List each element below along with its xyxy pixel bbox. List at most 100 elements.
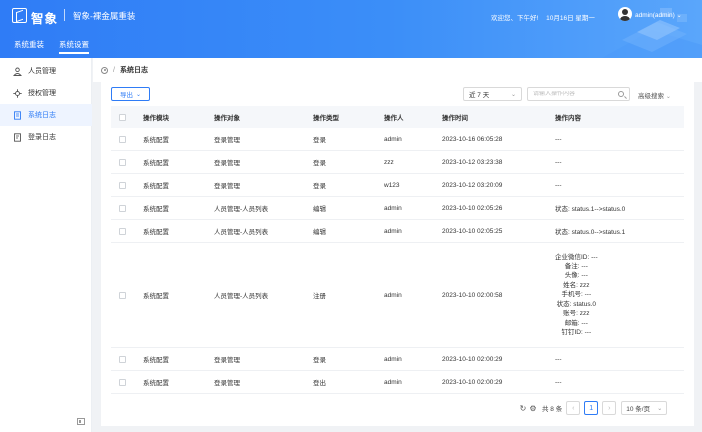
logo-icon	[12, 8, 27, 23]
cell-content: 状态: status.1-->status.0	[555, 206, 626, 213]
column-header[interactable]: 操作内容	[555, 106, 581, 128]
advanced-search-label: 高级搜索	[638, 93, 664, 100]
advanced-search-toggle[interactable]: 高级搜索 ⌄	[638, 90, 671, 100]
content-line: 钉钉ID: ---	[561, 328, 592, 336]
table-row: 系统配置 登录管理 登录 w123 2023-10-12 03:20:09 --…	[111, 174, 684, 197]
cell-operator: admin	[384, 227, 402, 235]
chevron-down-icon: ⌄	[665, 94, 671, 100]
search-icon[interactable]	[618, 91, 624, 97]
cell-module: 系统配置	[143, 137, 169, 144]
chevron-down-icon: ⌄	[657, 405, 663, 412]
column-header[interactable]: 操作对象	[214, 106, 240, 128]
cell-operator: admin	[384, 378, 402, 386]
tab-system-reinstall[interactable]: 系统重装	[14, 39, 44, 50]
cell-time: 2023-10-12 03:23:38	[442, 158, 503, 166]
column-header[interactable]: 操作时间	[442, 106, 468, 128]
row-checkbox[interactable]	[119, 204, 126, 212]
cell-object: 登录管理	[214, 160, 240, 167]
content-line: 账号: zzz	[563, 310, 590, 318]
cell-content: 状态: status.0-->status.1	[555, 229, 626, 236]
table-header: 操作模块 操作对象 操作类型 操作人 操作时间 操作内容	[111, 106, 684, 128]
cell-operator: w123	[384, 181, 400, 189]
avatar[interactable]	[618, 7, 632, 21]
row-checkbox[interactable]	[119, 291, 126, 299]
row-checkbox[interactable]	[119, 355, 126, 363]
header-decoration	[602, 8, 702, 58]
cell-content: ---	[555, 378, 562, 386]
cell-time: 2023-10-12 03:20:09	[442, 181, 503, 189]
row-checkbox[interactable]	[119, 227, 126, 235]
sidebar-item-label: 授权管理	[28, 90, 56, 97]
cell-type: 编辑	[313, 229, 326, 236]
prev-page-button[interactable]: ‹	[566, 401, 581, 415]
table-row: 系统配置 人员管理-人员列表 编辑 admin 2023-10-10 02:05…	[111, 197, 684, 220]
cell-operator: admin	[384, 135, 402, 143]
export-label: 导出	[119, 92, 133, 99]
collapse-sidebar-icon[interactable]	[77, 418, 85, 425]
search-input[interactable]	[533, 91, 613, 97]
greeting: 欢迎您、下午好!	[491, 15, 539, 22]
chevron-down-icon: ⌄	[676, 13, 682, 19]
cell-time: 2023-10-10 02:00:29	[442, 378, 503, 386]
top-header: 智象 智象-裸金属重装 欢迎您、下午好! 10月16日 星期一 admin(ad…	[0, 0, 702, 58]
cell-operator: admin	[384, 355, 402, 363]
refresh-icon[interactable]: ↻	[518, 404, 528, 413]
cell-content: ---	[555, 355, 562, 363]
sidebar-item-login-log[interactable]: 登录日志	[0, 126, 92, 148]
cell-time: 2023-10-10 02:00:29	[442, 355, 503, 363]
cell-module: 系统配置	[143, 183, 169, 190]
period-select[interactable]: 近 7 天 ⌄	[463, 87, 522, 101]
page-button[interactable]: 1	[584, 401, 599, 415]
sidebar-item-system-log[interactable]: 系统日志	[0, 104, 92, 126]
cell-type: 编辑	[313, 206, 326, 213]
content-line: 备注: ---	[564, 263, 588, 271]
header-divider	[64, 9, 65, 21]
home-icon[interactable]	[101, 66, 108, 74]
row-checkbox[interactable]	[119, 158, 126, 166]
column-header[interactable]: 操作人	[384, 106, 404, 128]
content-line: 姓名: zzz	[563, 281, 590, 289]
sidebar-item-users[interactable]: 人员管理	[0, 60, 92, 82]
cell-object: 人员管理-人员列表	[214, 229, 269, 236]
sidebar-item-label: 人员管理	[28, 68, 56, 75]
column-header[interactable]: 操作模块	[143, 106, 169, 128]
cell-module: 系统配置	[143, 380, 169, 387]
user-icon	[13, 67, 22, 76]
cell-operator: admin	[384, 291, 402, 299]
current-date: 10月16日 星期一	[546, 15, 595, 22]
content-line: 手机号: ---	[561, 291, 592, 299]
table-row: 系统配置 人员管理-人员列表 注册 admin 2023-10-10 02:00…	[111, 243, 684, 348]
content-line: 邮箱: ---	[564, 319, 588, 327]
cell-content: ---	[555, 158, 562, 166]
cell-operator: zzz	[384, 158, 394, 166]
cell-type: 登录	[313, 357, 326, 364]
cell-content: 企业微信ID: --- 备注: --- 头像: --- 姓名: zzz 手机号:…	[555, 243, 598, 347]
tab-system-settings[interactable]: 系统设置	[59, 39, 89, 54]
sidebar-item-label: 登录日志	[28, 134, 56, 141]
row-checkbox[interactable]	[119, 181, 126, 189]
cell-object: 登录管理	[214, 380, 240, 387]
export-button[interactable]: 导出 ⌄	[111, 87, 150, 101]
select-all-checkbox[interactable]	[119, 113, 126, 121]
chevron-down-icon: ⌄	[135, 91, 142, 98]
sidebar-item-authorization[interactable]: 授权管理	[0, 82, 92, 104]
row-checkbox[interactable]	[119, 378, 126, 386]
row-checkbox[interactable]	[119, 135, 126, 143]
cell-type: 登录	[313, 137, 326, 144]
column-header[interactable]: 操作类型	[313, 106, 339, 128]
cell-time: 2023-10-16 06:05:28	[442, 135, 503, 143]
table-row: 系统配置 登录管理 登录 admin 2023-10-10 02:00:29 -…	[111, 348, 684, 371]
next-page-button[interactable]: ›	[602, 401, 617, 415]
logo-text: 智象	[31, 12, 59, 26]
cell-type: 登录	[313, 183, 326, 190]
breadcrumb: / 系统日志	[93, 58, 702, 82]
authorization-icon	[13, 88, 22, 98]
cell-operator: admin	[384, 204, 402, 212]
user-menu[interactable]: admin(admin) ⌄	[635, 12, 682, 19]
search-box	[527, 87, 630, 101]
page-title: 系统日志	[119, 67, 148, 74]
settings-icon[interactable]: ⚙	[528, 404, 538, 413]
page-size-select[interactable]: 10 条/页 ⌄	[621, 401, 668, 415]
content-line: 状态: status.0	[556, 300, 596, 308]
breadcrumb-separator: /	[113, 66, 115, 74]
